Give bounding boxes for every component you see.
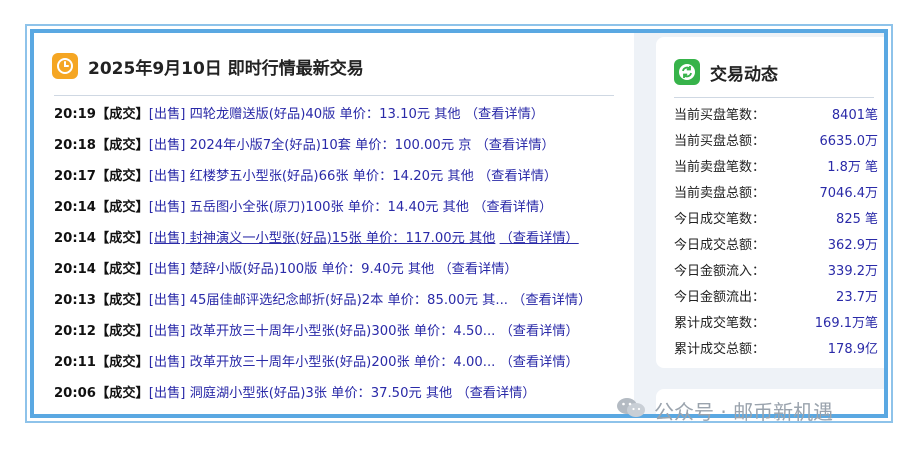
trade-link[interactable]: [出售] 四轮龙赠送版(好品)40版 单价：13.10元 其他 xyxy=(149,107,461,122)
trade-row: 20:14【成交】[出售] 楚辞小版(好品)100版 单价：9.40元 其他 （… xyxy=(54,254,629,285)
trade-time: 20:11 xyxy=(54,355,96,370)
trade-stats-header: 交易动态 xyxy=(674,59,778,85)
trade-row: 20:13【成交】[出售] 45届佳邮评选纪念邮折(好品)2本 单价：85.00… xyxy=(54,285,629,316)
trade-time: 20:19 xyxy=(54,107,96,122)
stat-value: 339.2万 xyxy=(827,264,878,279)
trade-status: 【成交】 xyxy=(95,262,149,277)
stat-row: 当前卖盘笔数： 1.8万 笔 xyxy=(674,155,878,181)
divider xyxy=(674,97,874,98)
trade-time: 20:14 xyxy=(54,262,96,277)
trade-time: 20:12 xyxy=(54,324,96,339)
trade-time: 20:17 xyxy=(54,169,96,184)
trade-time: 20:18 xyxy=(54,138,96,153)
stat-row: 累计成交总额： 178.9亿 xyxy=(674,337,878,363)
stat-row: 今日金额流入： 339.2万 xyxy=(674,259,878,285)
inner-frame: 2025年9月10日 即时行情最新交易 20:19【成交】[出售] 四轮龙赠送版… xyxy=(30,29,888,418)
stat-value: 8401笔 xyxy=(831,108,878,123)
stat-label: 今日成交总额： xyxy=(674,238,766,253)
stat-value: 178.9亿 xyxy=(827,342,878,357)
trade-status: 【成交】 xyxy=(95,324,149,339)
trade-link[interactable]: [出售] 五岳图小全张(原刀)100张 单价：14.40元 其他 xyxy=(149,200,469,215)
trade-row: 20:17【成交】[出售] 红楼梦五小型张(好品)66张 单价：14.20元 其… xyxy=(54,161,629,192)
stat-row: 当前卖盘总额： 7046.4万 xyxy=(674,181,878,207)
trade-row: 20:19【成交】[出售] 四轮龙赠送版(好品)40版 单价：13.10元 其他… xyxy=(54,99,629,130)
stat-label: 当前卖盘笔数： xyxy=(674,160,766,175)
view-details-link[interactable]: （查看详情） xyxy=(473,200,552,215)
latest-trades-header: 2025年9月10日 即时行情最新交易 xyxy=(52,53,364,79)
trade-status: 【成交】 xyxy=(95,293,149,308)
stat-row: 当前买盘总额： 6635.0万 xyxy=(674,129,878,155)
latest-trades-title: 2025年9月10日 即时行情最新交易 xyxy=(88,58,364,79)
trade-row: 20:12【成交】[出售] 改革开放三十周年小型张(好品)300张 单价：4.5… xyxy=(54,316,629,347)
trade-link[interactable]: [出售] 2024年小版7全(好品)10套 单价：100.00元 京 xyxy=(149,138,472,153)
refresh-icon xyxy=(674,59,700,85)
view-details-link[interactable]: （查看详情） xyxy=(438,262,517,277)
trade-status: 【成交】 xyxy=(95,386,149,401)
trade-status: 【成交】 xyxy=(95,138,149,153)
view-details-link[interactable]: （查看详情） xyxy=(500,231,579,246)
trade-link[interactable]: [出售] 洞庭湖小型张(好品)3张 单价：37.50元 其他 xyxy=(149,386,453,401)
latest-trades-panel: 2025年9月10日 即时行情最新交易 20:19【成交】[出售] 四轮龙赠送版… xyxy=(34,33,634,414)
view-details-link[interactable]: （查看详情） xyxy=(500,324,579,339)
trade-time: 20:13 xyxy=(54,293,96,308)
trade-status: 【成交】 xyxy=(95,231,149,246)
view-details-link[interactable]: （查看详情） xyxy=(456,386,535,401)
trade-link[interactable]: [出售] 45届佳邮评选纪念邮折(好品)2本 单价：85.00元 其... xyxy=(149,293,508,308)
trade-link[interactable]: [出售] 改革开放三十周年小型张(好品)300张 单价：4.50... xyxy=(149,324,496,339)
stat-value: 825 笔 xyxy=(836,212,878,227)
stat-row: 今日成交总额： 362.9万 xyxy=(674,233,878,259)
trade-status: 【成交】 xyxy=(95,355,149,370)
stat-label: 今日金额流出： xyxy=(674,290,766,305)
trade-link[interactable]: [出售] 楚辞小版(好品)100版 单价：9.40元 其他 xyxy=(149,262,435,277)
stat-value: 6635.0万 xyxy=(819,134,879,149)
stat-label: 当前买盘笔数： xyxy=(674,108,766,123)
stat-label: 当前买盘总额： xyxy=(674,134,766,149)
trade-row: 20:18【成交】[出售] 2024年小版7全(好品)10套 单价：100.00… xyxy=(54,130,629,161)
trade-link[interactable]: [出售] 改革开放三十周年小型张(好品)200张 单价：4.00... xyxy=(149,355,496,370)
stat-label: 当前卖盘总额： xyxy=(674,186,766,201)
trade-status: 【成交】 xyxy=(95,200,149,215)
view-details-link[interactable]: （查看详情） xyxy=(500,355,579,370)
view-details-link[interactable]: （查看详情） xyxy=(465,107,544,122)
stat-value: 7046.4万 xyxy=(819,186,879,201)
stat-label: 累计成交笔数： xyxy=(674,316,766,331)
trade-status: 【成交】 xyxy=(95,169,149,184)
trade-time: 20:14 xyxy=(54,231,96,246)
stat-label: 累计成交总额： xyxy=(674,342,766,357)
wechat-icon xyxy=(616,396,646,425)
watermark-text: 公众号 · 邮币新机遇 xyxy=(654,400,834,424)
stat-value: 23.7万 xyxy=(836,290,878,305)
stat-row: 今日成交笔数： 825 笔 xyxy=(674,207,878,233)
stat-label: 今日金额流入： xyxy=(674,264,766,279)
watermark: 公众号 · 邮币新机遇 xyxy=(616,396,833,425)
trade-stats-panel: 交易动态 当前买盘笔数： 8401笔当前买盘总额： 6635.0万当前卖盘笔数： 1.… xyxy=(656,37,884,368)
trade-row: 20:11【成交】[出售] 改革开放三十周年小型张(好品)200张 单价：4.0… xyxy=(54,347,629,378)
trade-stats-title: 交易动态 xyxy=(710,64,778,85)
trade-link[interactable]: [出售] 封神演义一小型张(好品)15张 单价：117.00元 其他 xyxy=(149,231,496,246)
trade-row: 20:14【成交】[出售] 封神演义一小型张(好品)15张 单价：117.00元… xyxy=(54,223,629,254)
view-details-link[interactable]: （查看详情） xyxy=(476,138,555,153)
stat-label: 今日成交笔数： xyxy=(674,212,766,227)
stat-value: 362.9万 xyxy=(827,238,878,253)
divider xyxy=(54,95,614,96)
trade-link[interactable]: [出售] 红楼梦五小型张(好品)66张 单价：14.20元 其他 xyxy=(149,169,474,184)
view-details-link[interactable]: （查看详情） xyxy=(478,169,557,184)
stat-value: 169.1万笔 xyxy=(814,316,878,331)
stat-row: 当前买盘笔数： 8401笔 xyxy=(674,103,878,129)
view-details-link[interactable]: （查看详情） xyxy=(512,293,591,308)
clock-icon xyxy=(52,53,78,79)
trade-list: 20:19【成交】[出售] 四轮龙赠送版(好品)40版 单价：13.10元 其他… xyxy=(54,99,629,409)
stat-value: 1.8万 笔 xyxy=(827,160,878,175)
trade-time: 20:14 xyxy=(54,200,96,215)
stat-row: 今日金额流出： 23.7万 xyxy=(674,285,878,311)
trade-row: 20:06【成交】[出售] 洞庭湖小型张(好品)3张 单价：37.50元 其他 … xyxy=(54,378,629,409)
trade-time: 20:06 xyxy=(54,386,96,401)
stat-row: 累计成交笔数： 169.1万笔 xyxy=(674,311,878,337)
stats-list: 当前买盘笔数： 8401笔 当前买盘总额： 6635.0万 当前卖盘笔数： 1.8万 笔当… xyxy=(674,103,878,363)
trade-row: 20:14【成交】[出售] 五岳图小全张(原刀)100张 单价：14.40元 其… xyxy=(54,192,629,223)
trade-status: 【成交】 xyxy=(95,107,149,122)
